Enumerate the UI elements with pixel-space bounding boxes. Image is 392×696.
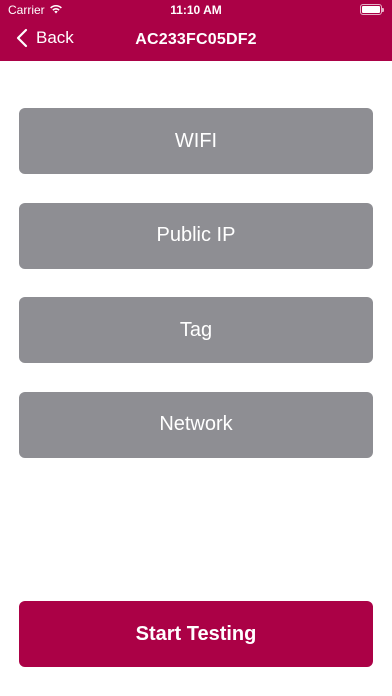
start-testing-button[interactable]: Start Testing <box>19 601 373 667</box>
status-time: 11:10 AM <box>170 3 222 17</box>
option-list: WIFI Public IP Tag Network <box>19 108 373 486</box>
tag-button[interactable]: Tag <box>19 297 373 363</box>
battery-level <box>362 6 380 13</box>
navigation-bar: Back AC233FC05DF2 <box>0 20 392 61</box>
public-ip-button[interactable]: Public IP <box>19 202 373 269</box>
status-bar: Carrier 11:10 AM <box>0 0 392 20</box>
page-title: AC233FC05DF2 <box>135 31 257 48</box>
wifi-button[interactable]: WIFI <box>19 108 373 174</box>
battery-icon <box>360 4 384 15</box>
network-button[interactable]: Network <box>19 391 373 458</box>
